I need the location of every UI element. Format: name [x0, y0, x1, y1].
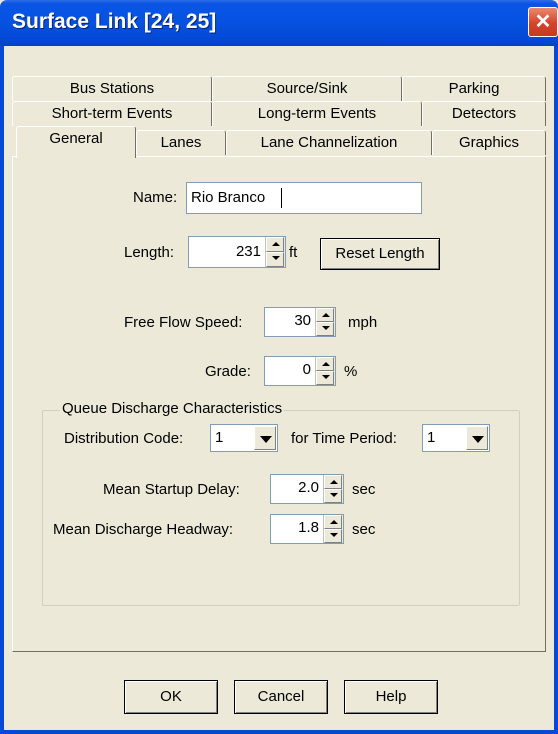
startup-spin-buttons[interactable] [323, 475, 343, 503]
cancel-button[interactable]: Cancel [234, 680, 328, 714]
spin-down-icon[interactable] [316, 322, 334, 336]
tab-source-sink[interactable]: Source/Sink [212, 76, 402, 101]
length-spinner[interactable]: 231 [188, 236, 286, 268]
free-flow-speed-value: 30 [294, 312, 311, 329]
mean-discharge-headway-unit: sec [352, 521, 376, 538]
mean-startup-delay-unit: sec [352, 481, 376, 498]
free-flow-speed-spinner[interactable]: 30 [264, 307, 336, 337]
mean-discharge-headway-label: Mean Discharge Headway: [53, 521, 234, 538]
mean-discharge-headway-spinner[interactable]: 1.8 [270, 514, 344, 544]
free-flow-speed-label: Free Flow Speed: [124, 314, 243, 331]
time-period-label: for Time Period: [291, 430, 397, 447]
tab-lane-channelization[interactable]: Lane Channelization [226, 130, 432, 155]
tab-bus-stations[interactable]: Bus Stations [12, 76, 212, 101]
spin-up-icon[interactable] [324, 515, 342, 529]
spin-down-icon[interactable] [266, 252, 284, 267]
tab-graphics[interactable]: Graphics [432, 130, 546, 155]
free-flow-speed-unit: mph [348, 314, 378, 331]
length-spin-buttons[interactable] [265, 237, 285, 267]
length-value: 231 [235, 243, 261, 260]
spin-up-icon[interactable] [316, 357, 334, 371]
time-period-value: 1 [427, 429, 436, 446]
distribution-code-label: Distribution Code: [64, 430, 184, 447]
time-period-select[interactable]: 1 [422, 424, 490, 452]
length-unit: ft [289, 244, 298, 261]
mean-startup-delay-value: 2.0 [298, 479, 319, 496]
title-bar[interactable]: Surface Link [24, 25] ✕ [0, 0, 558, 46]
spin-down-icon[interactable] [324, 529, 342, 543]
help-button[interactable]: Help [344, 680, 438, 714]
tab-general[interactable]: General [16, 126, 136, 158]
grade-label: Grade: [205, 363, 251, 380]
grade-spinner[interactable]: 0 [264, 356, 336, 386]
distribution-code-select[interactable]: 1 [210, 424, 278, 452]
close-icon[interactable]: ✕ [528, 7, 558, 37]
grade-value: 0 [302, 361, 311, 378]
spin-up-icon[interactable] [324, 475, 342, 489]
spin-up-icon[interactable] [266, 237, 284, 252]
ok-button[interactable]: OK [124, 680, 218, 714]
text-cursor [281, 188, 282, 208]
reset-length-button[interactable]: Reset Length [320, 238, 440, 270]
window-title: Surface Link [24, 25] [12, 10, 217, 33]
name-input[interactable]: Rio Branco [186, 182, 422, 214]
tab-short-term-events[interactable]: Short-term Events [12, 101, 212, 126]
name-value: Rio Branco [191, 189, 266, 206]
tab-long-term-events[interactable]: Long-term Events [212, 101, 422, 126]
spin-down-icon[interactable] [324, 489, 342, 503]
chevron-down-icon[interactable] [254, 426, 276, 450]
mean-discharge-headway-value: 1.8 [298, 519, 319, 536]
length-label: Length: [124, 244, 175, 261]
headway-spin-buttons[interactable] [323, 515, 343, 543]
queue-discharge-group-label: Queue Discharge Characteristics [60, 400, 285, 417]
tab-lanes[interactable]: Lanes [136, 130, 226, 155]
mean-startup-delay-label: Mean Startup Delay: [103, 481, 240, 498]
tab-detectors[interactable]: Detectors [422, 101, 546, 126]
mean-startup-delay-spinner[interactable]: 2.0 [270, 474, 344, 504]
tab-parking[interactable]: Parking [402, 76, 546, 101]
spin-down-icon[interactable] [316, 371, 334, 385]
grade-unit: % [344, 363, 358, 380]
grade-spin-buttons[interactable] [315, 357, 335, 385]
chevron-down-icon[interactable] [466, 426, 488, 450]
spin-up-icon[interactable] [316, 308, 334, 322]
free-flow-spin-buttons[interactable] [315, 308, 335, 336]
name-label: Name: [133, 189, 178, 206]
distribution-code-value: 1 [215, 429, 224, 446]
